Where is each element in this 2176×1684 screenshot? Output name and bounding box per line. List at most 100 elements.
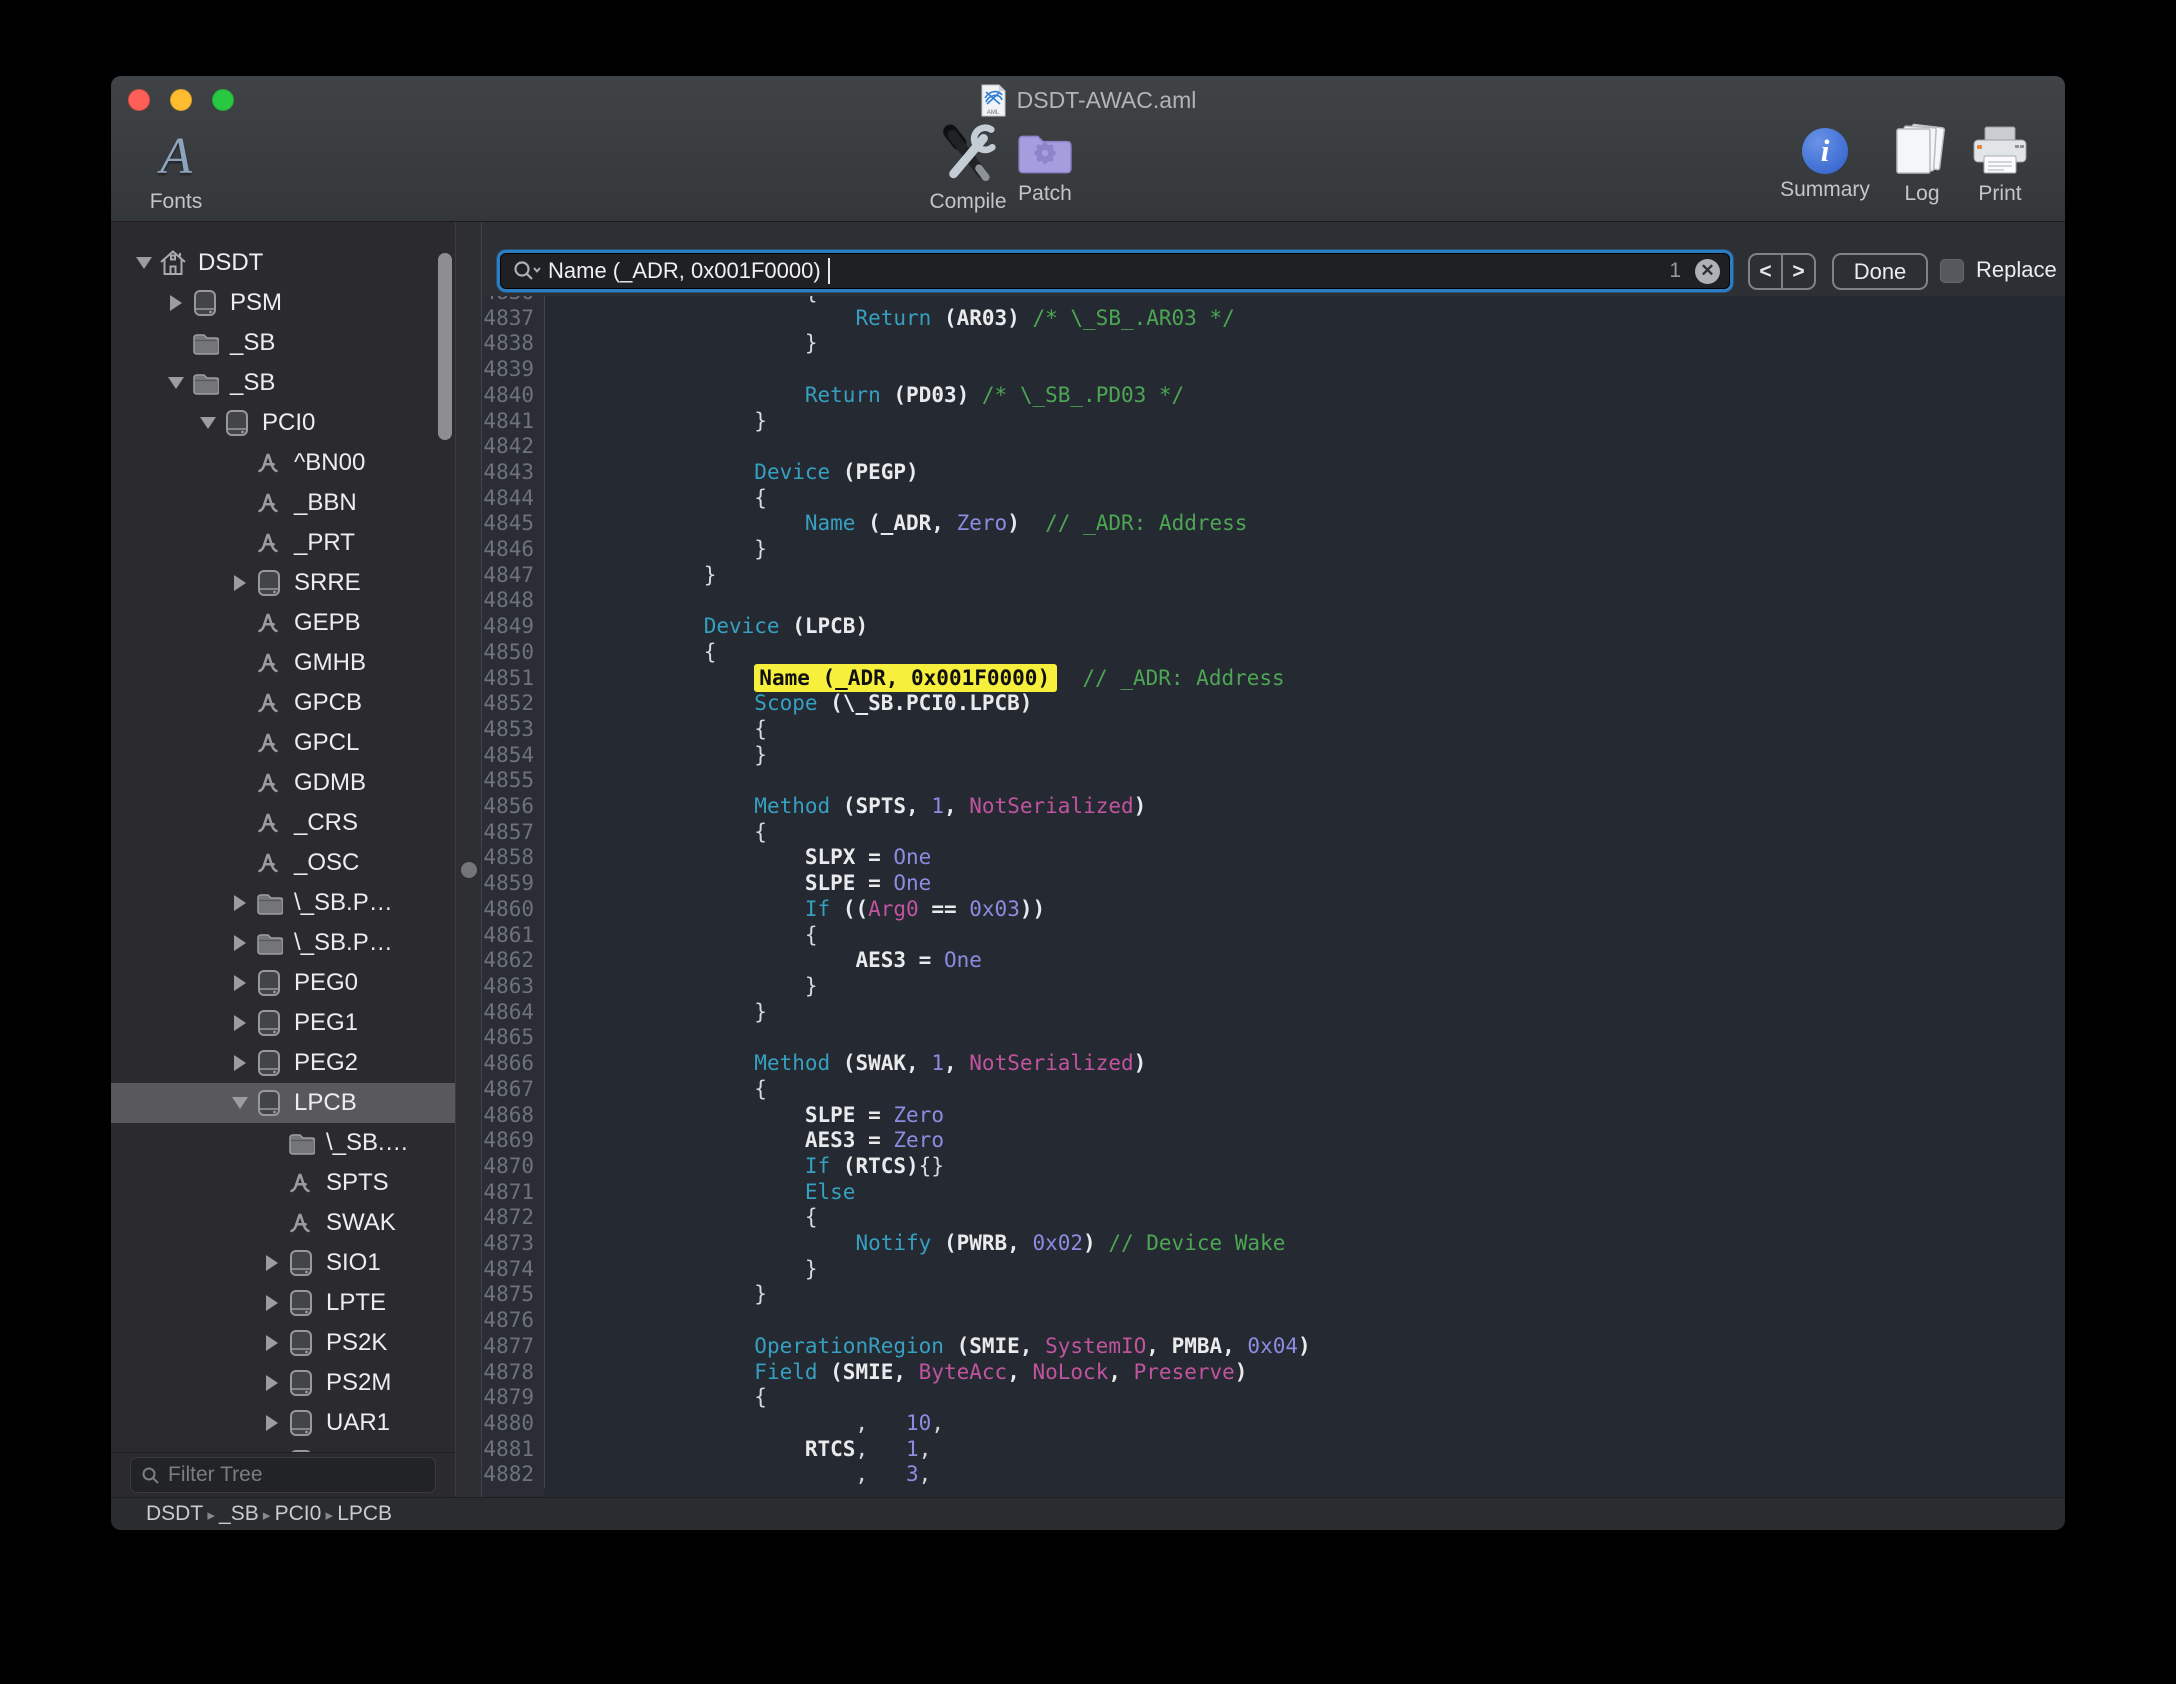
- tree-row-osc[interactable]: _OSC: [111, 843, 455, 883]
- tree-row-crs[interactable]: _CRS: [111, 803, 455, 843]
- tree-row-sb[interactable]: _SB: [111, 363, 455, 403]
- tree-row-bbn[interactable]: _BBN: [111, 483, 455, 523]
- code-line: 4843 Device (PEGP): [482, 460, 2065, 486]
- tree-row-gepb[interactable]: GEPB: [111, 603, 455, 643]
- disclosure-triangle-icon[interactable]: [259, 1295, 285, 1311]
- disclosure-triangle-icon[interactable]: [131, 257, 157, 269]
- tree-row-peg0[interactable]: PEG0: [111, 963, 455, 1003]
- tree-row-ps2k[interactable]: PS2K: [111, 1323, 455, 1363]
- fonts-toolbar-button[interactable]: A Fonts: [131, 128, 221, 214]
- tree-row-peg1[interactable]: PEG1: [111, 1003, 455, 1043]
- disclosure-triangle-icon[interactable]: [259, 1255, 285, 1271]
- tree-row-gpcb[interactable]: GPCB: [111, 683, 455, 723]
- code-line: 4873 Notify (PWRB, 0x02) // Device Wake: [482, 1231, 2065, 1257]
- find-search-field[interactable]: Name (_ADR, 0x001F0000) 1 ✕: [497, 250, 1733, 292]
- tree-item-label: PEG2: [294, 1049, 358, 1077]
- line-number: 4880: [482, 1411, 544, 1437]
- disclosure-triangle-icon[interactable]: [195, 417, 221, 429]
- code-line: 4866 Method (SWAK, 1, NotSerialized): [482, 1051, 2065, 1077]
- tree-row-pci0[interactable]: PCI0: [111, 403, 455, 443]
- code-view[interactable]: 4836 {4837 Return (AR03) /* \_SB_.AR03 *…: [482, 296, 2065, 1497]
- tree-item-label: DSDT: [198, 249, 263, 277]
- tree-row-psm[interactable]: PSM: [111, 283, 455, 323]
- find-prev-next-control: < >: [1748, 253, 1816, 290]
- breadcrumb-item-lpcb[interactable]: LPCB: [337, 1502, 392, 1525]
- tree-row-swak[interactable]: SWAK: [111, 1203, 455, 1243]
- tree-row-bn00[interactable]: ^BN00: [111, 443, 455, 483]
- tree-row-sb[interactable]: _SB: [111, 323, 455, 363]
- tree-row-lpte[interactable]: LPTE: [111, 1283, 455, 1323]
- tree-row-sio1[interactable]: SIO1: [111, 1243, 455, 1283]
- disclosure-triangle-icon[interactable]: [227, 895, 253, 911]
- search-menu-icon[interactable]: [512, 259, 542, 283]
- tree-row-sbp[interactable]: \_SB.P…: [111, 923, 455, 963]
- line-number: 4848: [482, 588, 544, 614]
- disclosure-triangle-icon[interactable]: [227, 1015, 253, 1031]
- filter-tree-input[interactable]: Filter Tree: [130, 1457, 436, 1493]
- line-content: {: [544, 1205, 2065, 1231]
- tree-row-sb[interactable]: \_SB.…: [111, 1123, 455, 1163]
- clear-search-button[interactable]: ✕: [1695, 259, 1720, 284]
- tree-row-ps2m[interactable]: PS2M: [111, 1363, 455, 1403]
- line-content: Return (PD03) /* \_SB_.PD03 */: [544, 383, 2065, 409]
- line-number: 4845: [482, 511, 544, 537]
- tree-row-spts[interactable]: SPTS: [111, 1163, 455, 1203]
- sidebar-scrollbar-thumb[interactable]: [438, 253, 452, 440]
- method-icon: [285, 1167, 317, 1199]
- tree-row-srre[interactable]: SRRE: [111, 563, 455, 603]
- line-number: 4855: [482, 768, 544, 794]
- tree-row-gpcl[interactable]: GPCL: [111, 723, 455, 763]
- breadcrumb: DSDT ▸ _SB ▸ PCI0 ▸ LPCB: [146, 1502, 392, 1526]
- tree-row-gdmb[interactable]: GDMB: [111, 763, 455, 803]
- device-icon: [253, 1007, 285, 1039]
- disclosure-triangle-icon[interactable]: [259, 1415, 285, 1431]
- tree-row-prt[interactable]: _PRT: [111, 523, 455, 563]
- disclosure-triangle-icon[interactable]: [227, 1055, 253, 1071]
- device-icon: [285, 1407, 317, 1439]
- breadcrumb-item-sb[interactable]: _SB: [219, 1502, 259, 1525]
- log-label: Log: [1904, 182, 1939, 206]
- replace-checkbox[interactable]: [1940, 259, 1964, 283]
- line-number: 4857: [482, 820, 544, 846]
- print-toolbar-button[interactable]: Print: [1955, 124, 2045, 206]
- split-divider[interactable]: [455, 222, 482, 1497]
- tree-item-label: \_SB.…: [326, 1129, 409, 1157]
- tree-row-gmhb[interactable]: GMHB: [111, 643, 455, 683]
- log-toolbar-button[interactable]: Log: [1877, 122, 1967, 206]
- method-icon: [253, 447, 285, 479]
- code-line: 4858 SLPX = One: [482, 845, 2065, 871]
- code-line: 4839: [482, 357, 2065, 383]
- disclosure-triangle-icon[interactable]: [259, 1375, 285, 1391]
- tree-row-lpcb[interactable]: LPCB: [111, 1083, 455, 1123]
- tree-row-uar1[interactable]: UAR1: [111, 1403, 455, 1443]
- sidebar-tree[interactable]: DSDTPSM_SB_SBPCI0^BN00_BBN_PRTSRREGEPBGM…: [111, 243, 455, 1452]
- tree-row-humd[interactable]: HUMD: [111, 1443, 455, 1452]
- line-number: 4844: [482, 486, 544, 512]
- disclosure-triangle-icon[interactable]: [163, 377, 189, 389]
- folder-icon: [189, 367, 221, 399]
- disclosure-triangle-icon[interactable]: [227, 1097, 253, 1109]
- disclosure-triangle-icon[interactable]: [227, 975, 253, 991]
- device-icon: [253, 1047, 285, 1079]
- patch-toolbar-button[interactable]: Patch: [995, 128, 1095, 206]
- breadcrumb-item-pci0[interactable]: PCI0: [275, 1502, 322, 1525]
- breadcrumb-item-dsdt[interactable]: DSDT: [146, 1502, 203, 1525]
- disclosure-triangle-icon[interactable]: [227, 575, 253, 591]
- tree-row-dsdt[interactable]: DSDT: [111, 243, 455, 283]
- disclosure-triangle-icon[interactable]: [227, 935, 253, 951]
- device-icon: [221, 407, 253, 439]
- tree-row-peg2[interactable]: PEG2: [111, 1043, 455, 1083]
- device-icon: [285, 1367, 317, 1399]
- line-content: {: [544, 1385, 2065, 1411]
- find-next-button[interactable]: >: [1783, 255, 1814, 288]
- find-previous-button[interactable]: <: [1750, 255, 1783, 288]
- line-number: 4867: [482, 1077, 544, 1103]
- line-number: 4865: [482, 1025, 544, 1051]
- done-button[interactable]: Done: [1832, 253, 1928, 290]
- code-line: 4838 }: [482, 331, 2065, 357]
- tree-row-sbp[interactable]: \_SB.P…: [111, 883, 455, 923]
- disclosure-triangle-icon[interactable]: [259, 1335, 285, 1351]
- summary-toolbar-button[interactable]: i Summary: [1765, 122, 1885, 202]
- disclosure-triangle-icon[interactable]: [163, 295, 189, 311]
- tree-item-label: PEG0: [294, 969, 358, 997]
